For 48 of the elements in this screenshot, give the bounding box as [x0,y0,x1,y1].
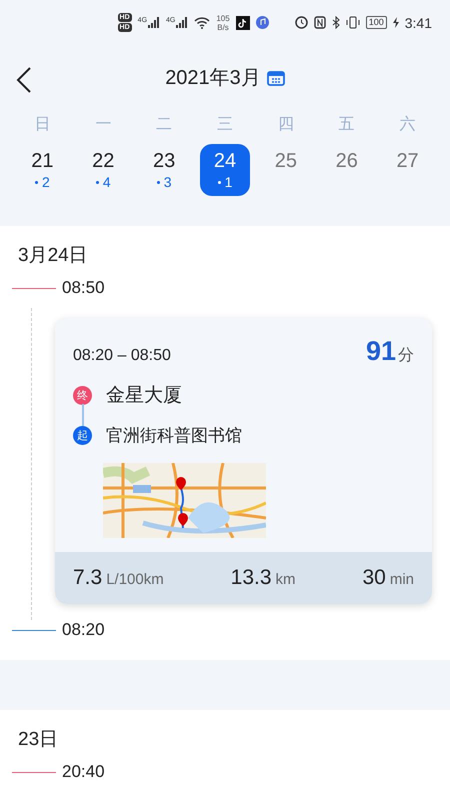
stat-value: 7.3 [73,566,102,590]
date-heading: 3月24日 [17,244,89,268]
clock-time: 3:41 [404,14,432,30]
vibrate-icon [346,16,360,29]
signal-icon [176,17,188,28]
network-speed: 105 [216,14,230,22]
music-icon [256,16,269,29]
time-label: 20:40 [62,762,105,782]
stat-value: 30 [362,566,386,590]
calendar-icon[interactable] [266,70,285,86]
month-title[interactable]: 2021年3月 [165,64,261,91]
route-connector [82,404,84,426]
weekday-label: 三 [216,115,233,135]
stat-unit: min [390,571,414,588]
speed-unit: B/s [217,22,229,32]
weekday-label: 六 [400,114,416,135]
calendar-day[interactable]: 24 1 [200,144,250,196]
bluetooth-icon [332,16,340,29]
calendar-day[interactable]: 22 4 [78,144,128,196]
weekday-label: 二 [156,115,172,135]
alarm-icon [294,16,308,29]
stat-unit: km [276,571,296,588]
weekday-label: 四 [278,115,294,135]
charging-icon [392,17,399,28]
place-name: 官洲街科普图书馆 [106,424,242,446]
place-name: 金星大厦 [106,384,182,408]
wifi-icon [194,16,210,28]
weekday-label: 一 [95,115,112,135]
weekday-label: 五 [338,115,355,135]
battery-icon: 100 [366,16,387,29]
app-icon [236,16,250,30]
end-badge: 终 [73,386,92,404]
calendar-day[interactable]: 23 3 [139,144,190,196]
calendar-day[interactable]: 21 2 [17,144,68,196]
stat-unit: L/100km [106,571,164,588]
back-icon[interactable] [16,67,32,93]
start-badge: 起 [73,426,92,444]
score-value: 91 [366,336,396,367]
date-heading: 23日 [17,728,60,752]
weekday-label: 日 [34,115,50,135]
score-unit: 分 [398,346,414,366]
time-range: 08:20 – 08:50 [73,347,171,365]
time-label: 08:20 [62,620,105,640]
signal-icon [148,17,160,28]
stat-value: 13.3 [230,566,272,590]
nfc-icon [314,16,326,29]
time-label: 08:50 [62,278,105,298]
trip-card[interactable]: 08:20 – 08:50 91分 终 金星大厦 起 官洲街科普图书馆 7.3 L/100km 13.3 km 30 min [55,318,432,604]
